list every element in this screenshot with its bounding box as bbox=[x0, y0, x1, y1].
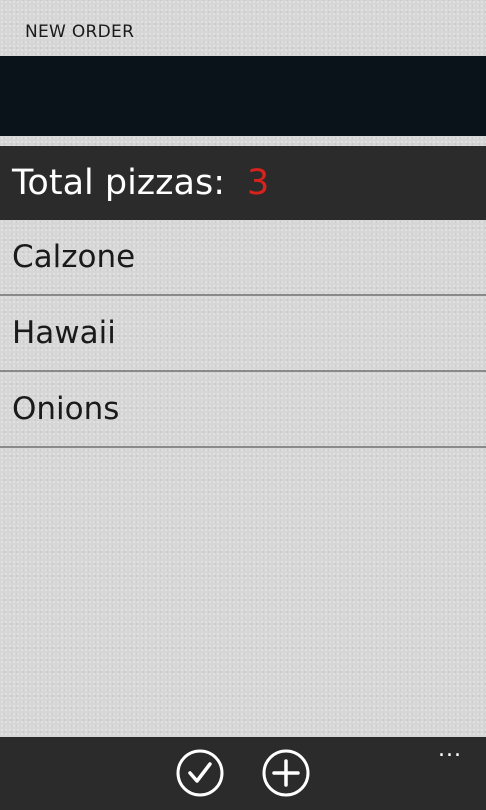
total-pizzas-count: 3 bbox=[247, 163, 270, 203]
pizza-list: Calzone Hawaii Onions bbox=[0, 220, 486, 448]
pizza-name: Calzone bbox=[12, 239, 136, 275]
pizza-list-item[interactable]: Calzone bbox=[0, 220, 486, 296]
more-options-icon[interactable]: ... bbox=[438, 739, 462, 761]
pizza-list-item[interactable]: Hawaii bbox=[0, 296, 486, 372]
total-pizzas-bar: Total pizzas: 3 bbox=[0, 146, 486, 220]
header-banner bbox=[0, 56, 486, 136]
add-icon bbox=[262, 749, 310, 797]
add-button[interactable] bbox=[262, 749, 310, 797]
app-title: NEW ORDER bbox=[25, 22, 135, 42]
total-pizzas-label: Total pizzas: bbox=[12, 163, 226, 203]
pizza-name: Onions bbox=[12, 391, 120, 427]
check-icon bbox=[176, 749, 224, 797]
accept-button[interactable] bbox=[176, 749, 224, 797]
pizza-list-item[interactable]: Onions bbox=[0, 372, 486, 448]
app-bar: ... bbox=[0, 737, 486, 810]
pizza-name: Hawaii bbox=[12, 315, 116, 351]
